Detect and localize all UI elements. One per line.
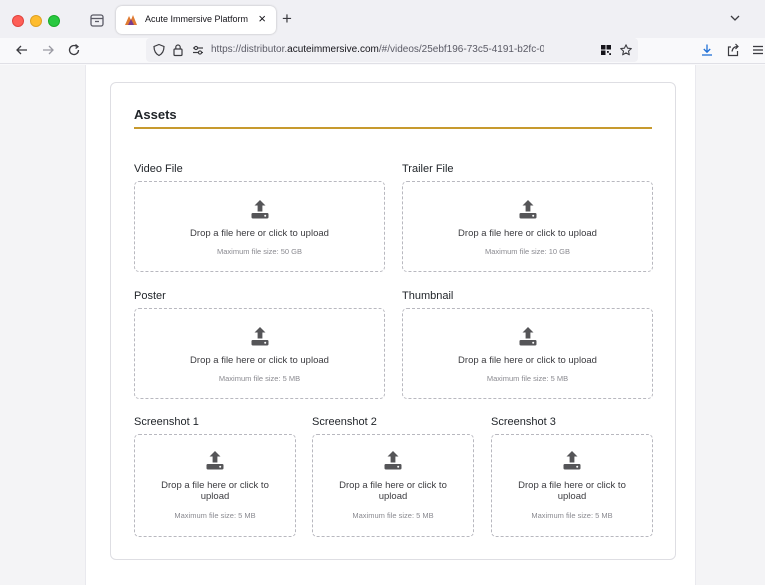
url-scheme-host: https://distributor. (211, 44, 288, 55)
share-icon[interactable] (725, 42, 741, 58)
max-size-hint: Maximum file size: 5 MB (531, 511, 613, 520)
max-size-hint: Maximum file size: 5 MB (174, 511, 256, 520)
main-content: Assets Video File Drop a file here or cl… (85, 65, 696, 585)
dropzone-instruction: Drop a file here or click to upload (190, 228, 329, 239)
download-icon[interactable] (699, 42, 715, 58)
arrow-right-icon[interactable] (40, 42, 56, 58)
max-size-hint: Maximum file size: 5 MB (218, 374, 301, 383)
page-viewport: Assets Video File Drop a file here or cl… (0, 65, 765, 585)
screenshot-3-dropzone[interactable]: Drop a file here or click to upload Maxi… (491, 434, 653, 537)
close-window-button[interactable] (12, 15, 24, 27)
tab-title: Acute Immersive Platform (145, 14, 249, 24)
trailer-file-label: Trailer File (402, 163, 454, 175)
address-bar[interactable]: https://distributor.acuteimmersive.com/#… (146, 38, 638, 62)
site-favicon-icon (125, 15, 137, 25)
upload-icon (206, 451, 224, 470)
chevron-down-icon[interactable] (729, 13, 741, 23)
dropzone-instruction: Drop a file here or click to upload (458, 355, 597, 366)
screenshot-3-label: Screenshot 3 (491, 416, 556, 428)
arrow-left-icon[interactable] (14, 42, 30, 58)
screenshot-2-dropzone[interactable]: Drop a file here or click to upload Maxi… (312, 434, 474, 537)
shield-icon[interactable] (152, 43, 166, 57)
maximize-window-button[interactable] (48, 15, 60, 27)
heading-divider (134, 127, 652, 129)
thumbnail-label: Thumbnail (402, 290, 454, 302)
tab-overview-icon[interactable] (88, 11, 106, 29)
dropzone-instruction: Drop a file here or click to upload (161, 480, 269, 502)
upload-icon (563, 451, 581, 470)
screenshot-1-dropzone[interactable]: Drop a file here or click to upload Maxi… (134, 434, 296, 537)
reload-icon[interactable] (66, 42, 82, 58)
tab-close-button[interactable]: × (258, 12, 266, 26)
max-size-hint: Maximum file size: 5 MB (486, 374, 569, 383)
dropzone-instruction: Drop a file here or click to upload (458, 228, 597, 239)
screenshot-2-label: Screenshot 2 (312, 416, 377, 428)
max-size-hint: Maximum file size: 5 MB (352, 511, 434, 520)
url-text[interactable]: https://distributor.acuteimmersive.com/#… (211, 44, 544, 55)
url-path: /#/videos/25ebf196-73c5-4191-b2fc-0bc1b5… (378, 44, 544, 55)
permissions-icon[interactable] (191, 43, 205, 57)
thumbnail-dropzone[interactable]: Drop a file here or click to upload Maxi… (402, 308, 653, 399)
navigation-bar: https://distributor.acuteimmersive.com/#… (0, 38, 765, 64)
browser-tab[interactable]: Acute Immersive Platform × (116, 6, 276, 34)
new-tab-button[interactable]: + (282, 10, 292, 28)
video-file-label: Video File (134, 163, 183, 175)
max-size-hint: Maximum file size: 50 GB (216, 247, 303, 256)
upload-icon (251, 200, 268, 219)
upload-icon (384, 451, 402, 470)
url-domain: acuteimmersive.com (287, 44, 379, 55)
assets-heading: Assets (134, 107, 177, 122)
poster-label: Poster (134, 290, 166, 302)
video-file-dropzone[interactable]: Drop a file here or click to upload Maxi… (134, 181, 385, 272)
lock-icon[interactable] (171, 43, 185, 57)
dropzone-instruction: Drop a file here or click to upload (518, 480, 626, 502)
qr-code-icon[interactable] (599, 43, 613, 57)
trailer-file-dropzone[interactable]: Drop a file here or click to upload Maxi… (402, 181, 653, 272)
assets-card: Assets Video File Drop a file here or cl… (110, 82, 676, 560)
dropzone-instruction: Drop a file here or click to upload (339, 480, 447, 502)
minimize-window-button[interactable] (30, 15, 42, 27)
star-icon[interactable] (619, 43, 633, 57)
upload-icon (519, 327, 536, 346)
max-size-hint: Maximum file size: 10 GB (484, 247, 571, 256)
poster-dropzone[interactable]: Drop a file here or click to upload Maxi… (134, 308, 385, 399)
tab-bar: Acute Immersive Platform × + (0, 0, 765, 38)
upload-icon (519, 200, 536, 219)
dropzone-instruction: Drop a file here or click to upload (190, 355, 329, 366)
screenshot-1-label: Screenshot 1 (134, 416, 199, 428)
hamburger-menu-icon[interactable] (750, 42, 765, 58)
upload-icon (251, 327, 268, 346)
